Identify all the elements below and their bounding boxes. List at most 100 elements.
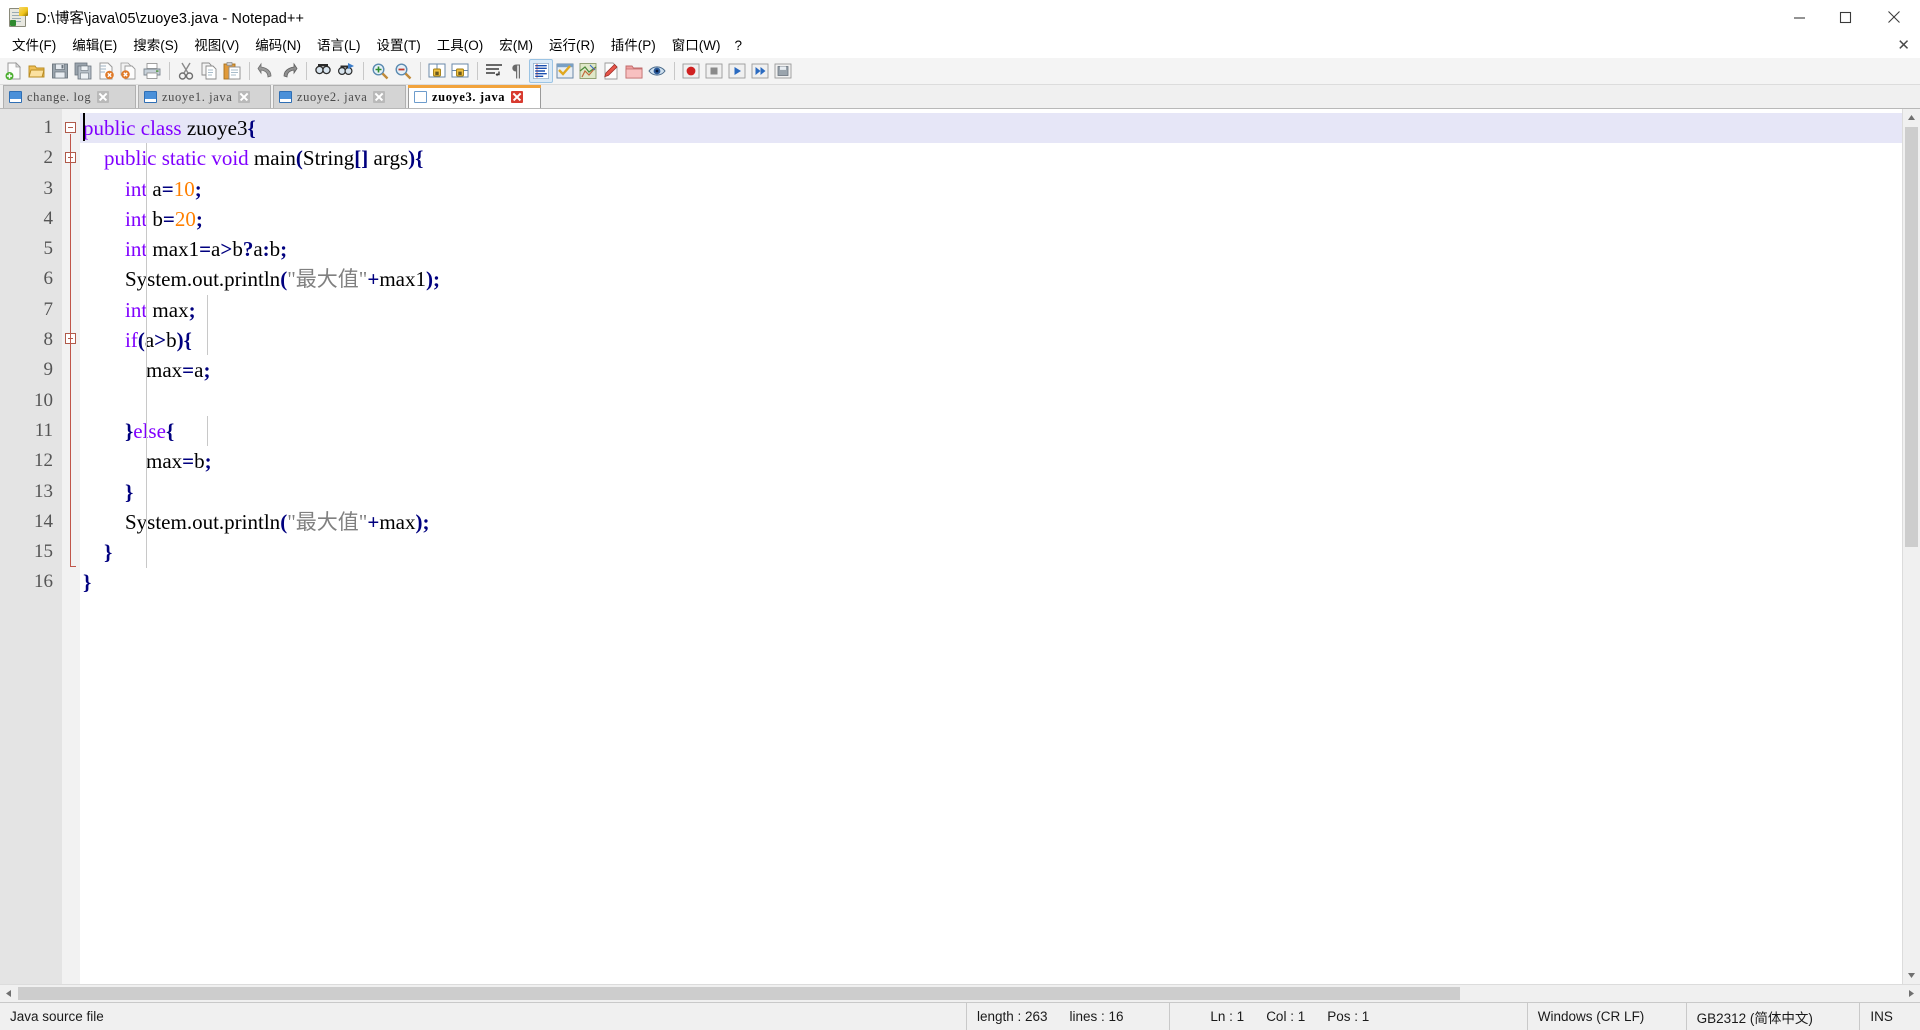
status-encoding[interactable]: GB2312 (简体中文) — [1687, 1003, 1861, 1030]
code-token: public — [83, 116, 136, 140]
fold-marker-line1[interactable] — [65, 122, 76, 133]
close-file-icon[interactable] — [95, 60, 117, 82]
print-icon[interactable] — [141, 60, 163, 82]
close-button[interactable] — [1868, 0, 1920, 34]
menu-help[interactable]: ? — [728, 36, 748, 57]
toolbar-separator — [420, 62, 421, 80]
code-token: ; — [204, 449, 212, 474]
code-line[interactable]: } — [80, 477, 1920, 507]
scroll-down-arrow[interactable] — [1903, 967, 1920, 984]
vertical-scroll-thumb[interactable] — [1905, 127, 1918, 547]
code-canvas[interactable]: public class zuoye3{ public static void … — [80, 109, 1920, 984]
user-define-dialog-icon[interactable] — [554, 60, 576, 82]
tab-zuoye3[interactable]: zuoye3. java — [408, 85, 541, 108]
scroll-up-arrow[interactable] — [1903, 109, 1920, 126]
tab-close-icon[interactable] — [238, 91, 251, 103]
status-insert-mode[interactable]: INS — [1860, 1003, 1920, 1030]
tab-zuoye2[interactable]: zuoye2. java — [273, 85, 406, 108]
tab-change-log[interactable]: change. log — [3, 85, 136, 108]
line-number: 3 — [43, 177, 54, 199]
code-line[interactable]: System.out.println("最大值"+max); — [80, 507, 1920, 537]
tab-close-icon[interactable] — [97, 91, 110, 103]
function-list-icon[interactable] — [600, 60, 622, 82]
save-all-icon[interactable] — [72, 60, 94, 82]
code-line[interactable]: max=b; — [80, 446, 1920, 476]
macro-playmultiple-icon[interactable] — [749, 60, 771, 82]
line-number: 14 — [34, 510, 53, 532]
cut-icon[interactable] — [175, 60, 197, 82]
redo-icon[interactable] — [278, 60, 300, 82]
close-document-icon[interactable]: ✕ — [1897, 37, 1910, 55]
menu-encoding[interactable]: 编码(N) — [247, 36, 309, 57]
code-line[interactable]: if(a>b){ — [80, 325, 1920, 355]
sync-vertical-icon[interactable] — [426, 60, 448, 82]
minimize-button[interactable] — [1776, 0, 1822, 34]
tab-close-icon[interactable] — [511, 91, 524, 103]
menu-search[interactable]: 搜索(S) — [125, 36, 186, 57]
close-all-icon[interactable] — [118, 60, 140, 82]
indent-guide-icon[interactable] — [529, 59, 553, 83]
open-file-icon[interactable] — [26, 60, 48, 82]
code-token: class — [140, 116, 182, 140]
show-all-chars-icon[interactable]: ¶ — [506, 60, 528, 82]
code-line[interactable]: public static void main(String[] args){ — [80, 143, 1920, 173]
menu-language[interactable]: 语言(L) — [309, 36, 369, 57]
horizontal-scroll-thumb[interactable] — [18, 987, 1460, 1000]
monitoring-icon[interactable] — [646, 60, 668, 82]
menu-settings[interactable]: 设置(T) — [369, 36, 429, 57]
code-line[interactable]: System.out.println("最大值"+max1); — [80, 264, 1920, 294]
menu-edit[interactable]: 编辑(E) — [64, 36, 125, 57]
zoom-out-icon[interactable] — [392, 60, 414, 82]
code-line[interactable]: }else{ — [80, 416, 1920, 446]
menu-file[interactable]: 文件(F) — [4, 36, 64, 57]
sync-horizontal-icon[interactable] — [449, 60, 471, 82]
save-icon[interactable] — [49, 60, 71, 82]
document-map-icon[interactable] — [577, 60, 599, 82]
copy-icon[interactable] — [198, 60, 220, 82]
new-file-icon[interactable] — [3, 60, 25, 82]
paste-icon[interactable] — [221, 60, 243, 82]
code-line[interactable]: int a=10; — [80, 174, 1920, 204]
replace-icon[interactable] — [335, 60, 357, 82]
tab-zuoye1[interactable]: zuoye1. java — [138, 85, 271, 108]
find-icon[interactable] — [312, 60, 334, 82]
maximize-button[interactable] — [1822, 0, 1868, 34]
tab-close-icon[interactable] — [373, 91, 386, 103]
macro-record-icon[interactable] — [680, 60, 702, 82]
undo-icon[interactable] — [255, 60, 277, 82]
scroll-left-arrow[interactable] — [0, 985, 17, 1002]
status-ln: Ln : 1 — [1210, 1009, 1245, 1024]
code-line[interactable]: } — [80, 537, 1920, 567]
macro-stop-icon[interactable] — [703, 60, 725, 82]
code-line[interactable]: int max; — [80, 295, 1920, 325]
indent-guide — [207, 416, 208, 446]
code-token: ; — [203, 358, 211, 383]
code-line[interactable]: public class zuoye3{ — [80, 113, 1920, 144]
menu-run[interactable]: 运行(R) — [541, 36, 603, 57]
code-token: void — [211, 146, 249, 171]
code-line[interactable]: max=a; — [80, 355, 1920, 385]
code-line[interactable] — [80, 386, 1920, 416]
menu-view[interactable]: 视图(V) — [186, 36, 247, 57]
macro-play-icon[interactable] — [726, 60, 748, 82]
folder-as-workspace-icon[interactable] — [623, 60, 645, 82]
menu-plugins[interactable]: 插件(P) — [603, 36, 664, 57]
menu-tools[interactable]: 工具(O) — [429, 36, 492, 57]
line-number: 8 — [43, 329, 54, 351]
line-number: 12 — [34, 450, 53, 472]
scroll-right-arrow[interactable] — [1903, 985, 1920, 1002]
code-line[interactable]: int b=20; — [80, 204, 1920, 234]
vertical-scrollbar[interactable] — [1902, 109, 1920, 984]
code-line[interactable]: } — [80, 567, 1920, 597]
horizontal-scrollbar[interactable] — [0, 984, 1920, 1002]
code-line[interactable]: int max1=a>b?a:b; — [80, 234, 1920, 264]
zoom-in-icon[interactable] — [369, 60, 391, 82]
macro-save-icon[interactable] — [772, 60, 794, 82]
word-wrap-icon[interactable] — [483, 60, 505, 82]
menu-macro[interactable]: 宏(M) — [491, 36, 541, 57]
status-eol-format[interactable]: Windows (CR LF) — [1528, 1003, 1687, 1030]
menu-window[interactable]: 窗口(W) — [664, 36, 729, 57]
